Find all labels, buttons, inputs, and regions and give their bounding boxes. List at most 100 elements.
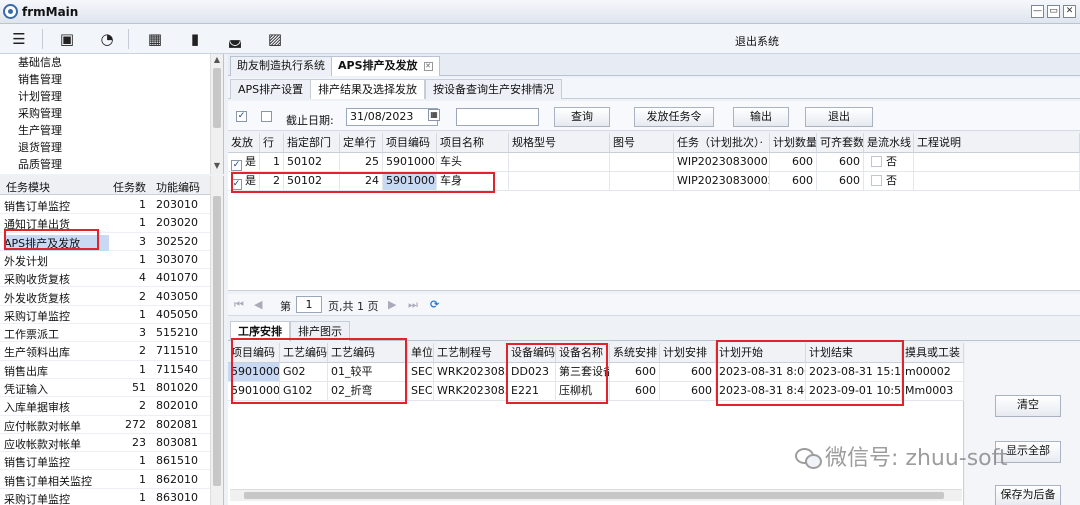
scroll-up-icon[interactable]: ▲ xyxy=(211,54,223,66)
tree-item[interactable]: 品质管理 xyxy=(18,156,62,173)
minimize-button[interactable]: — xyxy=(1031,5,1044,18)
issue-cell[interactable]: ✓ 是 xyxy=(228,153,260,172)
equipment-name-cell[interactable]: 第三套设备 xyxy=(556,363,610,382)
tree-item[interactable]: 采购管理 xyxy=(18,105,62,122)
column-header[interactable]: 计划结束 xyxy=(806,343,902,363)
close-button[interactable]: ✕ xyxy=(1063,5,1076,18)
system-qty-cell[interactable]: 600 xyxy=(610,363,660,382)
subtab-aps-settings[interactable]: APS排产设置 xyxy=(230,79,312,99)
table-row[interactable]: 采购订单监控 1 405050 xyxy=(0,306,211,325)
table-row[interactable]: 凭证输入 51 801020 xyxy=(0,379,211,398)
column-header[interactable]: 指定部门 xyxy=(284,133,340,153)
issue-task-button[interactable]: 发放任务令 xyxy=(634,107,714,127)
table-row[interactable]: 入库单据审核 2 802010 xyxy=(0,397,211,416)
note-cell[interactable] xyxy=(914,153,1080,172)
tab-process-schedule[interactable]: 工序安排 xyxy=(230,321,290,341)
order-line-cell[interactable]: 25 xyxy=(340,153,383,172)
column-header[interactable]: 摸具或工装 xyxy=(902,343,964,363)
column-header[interactable]: 工艺制程号 xyxy=(434,343,508,363)
page-input[interactable]: 1 xyxy=(296,296,322,313)
flow-checkbox[interactable] xyxy=(871,156,882,167)
column-header[interactable]: 设备编码 xyxy=(508,343,556,363)
column-header[interactable]: 单位 xyxy=(408,343,434,363)
plan-qty-cell[interactable]: 600 xyxy=(660,363,716,382)
spec-cell[interactable] xyxy=(509,172,610,191)
table-row[interactable]: APS排产及发放 3 302520 xyxy=(0,233,211,251)
column-header[interactable]: 工艺编码 xyxy=(328,343,408,363)
item-code-cell[interactable]: 59010002 xyxy=(228,363,280,382)
qty-cell[interactable]: 600 xyxy=(770,172,817,191)
column-header[interactable]: 发放 xyxy=(228,133,260,153)
restore-button[interactable]: ▭ xyxy=(1047,5,1060,18)
item-code-cell[interactable]: 59010002 xyxy=(383,172,437,191)
table-row[interactable]: 销售订单监控 1 203010 xyxy=(0,196,211,215)
next-page-icon[interactable]: ▶ xyxy=(388,298,396,311)
flow-checkbox[interactable] xyxy=(871,175,882,186)
scroll-thumb[interactable] xyxy=(244,492,944,499)
equipment-name-cell[interactable]: 压柳机 xyxy=(556,382,610,401)
table-row[interactable]: 工作票派工 3 515210 xyxy=(0,324,211,343)
item-name-cell[interactable]: 车身 xyxy=(437,172,509,191)
option-checkbox[interactable] xyxy=(261,111,272,122)
table-row[interactable]: 生产领料出库 2 711510 xyxy=(0,342,211,361)
system-qty-cell[interactable]: 600 xyxy=(610,382,660,401)
scroll-thumb[interactable] xyxy=(213,68,221,128)
tree-item[interactable]: 基础信息 xyxy=(18,54,62,71)
table-row[interactable]: 应收帐款对帐单 23 803081 xyxy=(0,434,211,453)
export-button[interactable]: 输出 xyxy=(733,107,789,127)
drawing-cell[interactable] xyxy=(610,172,674,191)
plan-start-cell[interactable]: 2023-08-31 8:00:0 xyxy=(716,363,806,382)
column-header[interactable]: 任务模块 xyxy=(6,179,50,195)
item-code-cell[interactable]: 59010001 xyxy=(383,153,437,172)
plan-qty-cell[interactable]: 600 xyxy=(660,382,716,401)
column-header[interactable]: 功能编码 xyxy=(156,179,200,195)
query-button[interactable]: 查询 xyxy=(554,107,610,127)
inbox-icon[interactable]: ◛ xyxy=(226,31,244,47)
task-cell[interactable]: WIP20230830001 xyxy=(674,153,770,172)
column-header[interactable]: 定单行 xyxy=(340,133,383,153)
exit-button[interactable]: 退出 xyxy=(805,107,873,127)
table-row[interactable]: 销售出库 1 711540 xyxy=(0,361,211,379)
column-header[interactable]: 项目编码 xyxy=(228,343,280,363)
subtab-schedule-results[interactable]: 排产结果及选择发放 xyxy=(310,79,425,99)
tree-item[interactable]: 计划管理 xyxy=(18,88,62,105)
unit-cell[interactable]: SEC xyxy=(408,363,434,382)
table-row[interactable]: 采购收货复核 4 401070 xyxy=(0,269,211,288)
first-page-icon[interactable]: ⏮ xyxy=(234,298,244,312)
task-cell[interactable]: WIP20230830002 xyxy=(674,172,770,191)
table-row[interactable]: 采购订单监控 1 863010 xyxy=(0,489,211,505)
item-name-cell[interactable]: 车头 xyxy=(437,153,509,172)
process-no-cell[interactable]: WRK20230830 xyxy=(434,382,508,401)
tab-mes[interactable]: 助友制造执行系统 xyxy=(230,56,332,76)
order-line-cell[interactable]: 24 xyxy=(340,172,383,191)
clear-button[interactable]: 清空 xyxy=(995,395,1061,417)
plan-end-cell[interactable]: 2023-09-01 10:50:0 xyxy=(806,382,902,401)
calendar-icon[interactable]: ▦ xyxy=(146,31,164,47)
column-header[interactable]: 计划数量 xyxy=(770,133,817,153)
column-header[interactable]: 项目编码 xyxy=(383,133,437,153)
kit-cell[interactable]: 600 xyxy=(817,153,864,172)
issue-cell[interactable]: ✓ 是 xyxy=(228,172,260,191)
tree-item[interactable]: 销售管理 xyxy=(18,71,62,88)
plan-start-cell[interactable]: 2023-08-31 8:40:0 xyxy=(716,382,806,401)
column-header[interactable]: 是流水线 xyxy=(864,133,914,153)
unit-cell[interactable]: SEC xyxy=(408,382,434,401)
table-row[interactable]: 外发收货复核 2 403050 xyxy=(0,288,211,306)
column-header[interactable]: 工程说明 xyxy=(914,133,1080,153)
dept-cell[interactable]: 50102 xyxy=(284,172,340,191)
table-row[interactable]: 应付帐款对帐单 272 802081 xyxy=(0,416,211,434)
tree-item[interactable]: 退货管理 xyxy=(18,139,62,156)
flow-cell[interactable]: 否 xyxy=(864,153,914,172)
logout-link[interactable]: 退出系统 xyxy=(735,33,779,49)
print-icon[interactable]: ▣ xyxy=(58,31,76,47)
kit-cell[interactable]: 600 xyxy=(817,172,864,191)
table-row[interactable]: 销售订单相关监控 1 862010 xyxy=(0,471,211,489)
tooling-cell[interactable]: Mm0003 xyxy=(902,382,964,401)
subtab-equipment-query[interactable]: 按设备查询生产安排情况 xyxy=(425,79,562,99)
image-icon[interactable]: ▨ xyxy=(266,31,284,47)
table-row[interactable]: 销售订单监控 1 861510 xyxy=(0,452,211,471)
column-header[interactable]: 系统安排 xyxy=(610,343,660,363)
note-cell[interactable] xyxy=(914,172,1080,191)
column-header[interactable]: 可齐套数 xyxy=(817,133,864,153)
calendar-dropdown-icon[interactable]: ▦ xyxy=(428,109,440,121)
